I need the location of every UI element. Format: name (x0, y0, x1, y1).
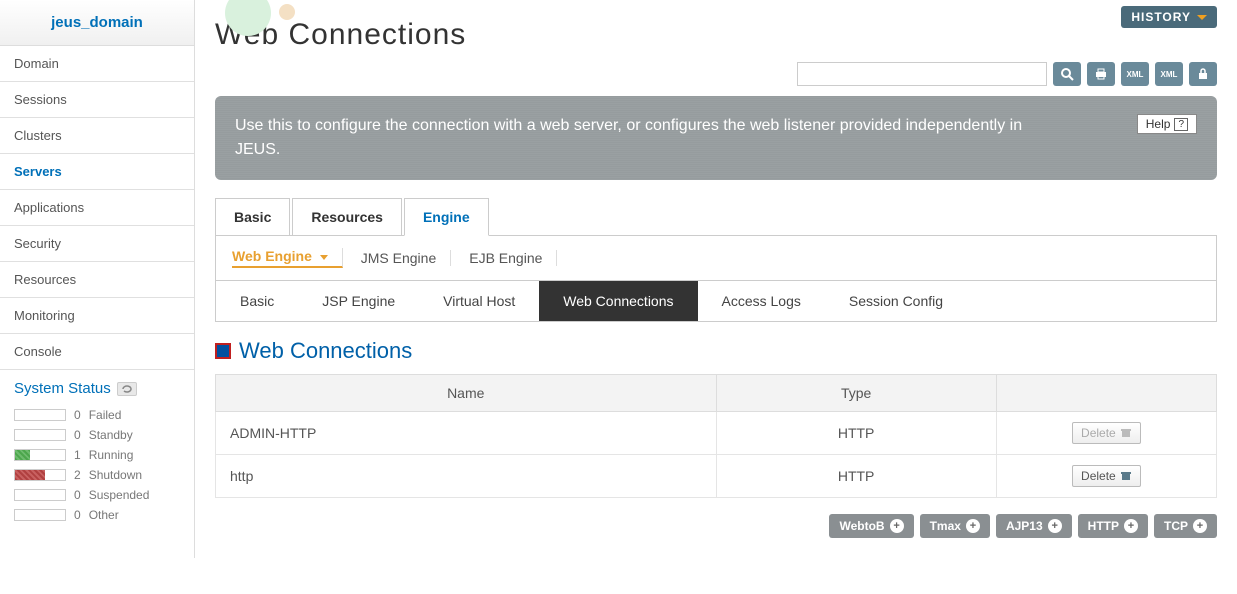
delete-button[interactable]: Delete (1072, 465, 1141, 487)
main-content: HISTORY Web Connections XML XML Use this… (195, 0, 1237, 558)
nav-item-servers[interactable]: Servers (0, 154, 194, 190)
nav-item-sessions[interactable]: Sessions (0, 82, 194, 118)
system-status-panel: System Status 0 Failed 0 Standby 1 Runni… (0, 370, 194, 535)
delete-button: Delete (1072, 422, 1141, 444)
table-row: http HTTP Delete (216, 455, 1217, 498)
add-webtob-button[interactable]: WebtoB + (829, 514, 913, 538)
plus-icon: + (1048, 519, 1062, 533)
subtab-access-logs[interactable]: Access Logs (698, 281, 825, 321)
system-status-refresh-icon[interactable] (117, 382, 137, 396)
status-row-running: 1 Running (14, 445, 180, 465)
tab-basic[interactable]: Basic (215, 198, 290, 235)
search-input[interactable] (797, 62, 1047, 86)
add-http-button[interactable]: HTTP + (1078, 514, 1148, 538)
sidebar: jeus_domain Domain Sessions Clusters Ser… (0, 0, 195, 558)
system-status-title: System Status (14, 380, 111, 397)
tab-resources[interactable]: Resources (292, 198, 402, 235)
delete-icon (1120, 428, 1132, 438)
toolbar: XML XML (215, 62, 1217, 86)
nav-item-domain[interactable]: Domain (0, 46, 194, 82)
domain-name[interactable]: jeus_domain (0, 0, 194, 46)
status-row-shutdown: 2 Shutdown (14, 465, 180, 485)
search-button[interactable] (1053, 62, 1081, 86)
table-row: ADMIN-HTTP HTTP Delete (216, 412, 1217, 455)
plus-icon: + (1193, 519, 1207, 533)
cell-type: HTTP (716, 412, 996, 455)
nav-item-resources[interactable]: Resources (0, 262, 194, 298)
add-ajp13-button[interactable]: AJP13 + (996, 514, 1072, 538)
subtab-basic[interactable]: Basic (216, 281, 298, 321)
cell-name[interactable]: ADMIN-HTTP (216, 412, 717, 455)
engine-tabs: Web Engine JMS Engine EJB Engine (215, 236, 1217, 281)
nav-item-monitoring[interactable]: Monitoring (0, 298, 194, 334)
nav-item-console[interactable]: Console (0, 334, 194, 370)
plus-icon: + (890, 519, 904, 533)
subtab-virtual-host[interactable]: Virtual Host (419, 281, 539, 321)
nav-item-applications[interactable]: Applications (0, 190, 194, 226)
status-row-suspended: 0 Suspended (14, 485, 180, 505)
plus-icon: + (966, 519, 980, 533)
delete-icon (1120, 471, 1132, 481)
engine-tab-jms[interactable]: JMS Engine (361, 250, 451, 266)
chevron-down-icon (1197, 15, 1207, 20)
section-title: Web Connections (215, 338, 1217, 364)
connections-table: Name Type ADMIN-HTTP HTTP Delete (215, 374, 1217, 498)
help-icon: ? (1174, 118, 1188, 131)
plus-icon: + (1124, 519, 1138, 533)
xml-import-icon[interactable]: XML (1155, 62, 1183, 86)
print-icon[interactable] (1087, 62, 1115, 86)
dropdown-arrow-icon (320, 255, 328, 260)
add-tmax-button[interactable]: Tmax + (920, 514, 990, 538)
col-header-actions (996, 375, 1216, 412)
help-button[interactable]: Help ? (1137, 114, 1197, 134)
section-icon (215, 343, 231, 359)
subtab-jsp-engine[interactable]: JSP Engine (298, 281, 419, 321)
history-button[interactable]: HISTORY (1121, 6, 1217, 28)
sub-tabs: Basic JSP Engine Virtual Host Web Connec… (215, 281, 1217, 322)
decorative-circles (225, 0, 295, 36)
nav-item-clusters[interactable]: Clusters (0, 118, 194, 154)
tab-engine[interactable]: Engine (404, 198, 489, 236)
subtab-session-config[interactable]: Session Config (825, 281, 967, 321)
cell-name[interactable]: http (216, 455, 717, 498)
col-header-type: Type (716, 375, 996, 412)
info-text: Use this to configure the connection wit… (235, 114, 1035, 162)
lock-icon[interactable] (1189, 62, 1217, 86)
primary-tabs: Basic Resources Engine (215, 198, 1217, 236)
nav-item-security[interactable]: Security (0, 226, 194, 262)
subtab-web-connections[interactable]: Web Connections (539, 281, 697, 321)
status-row-failed: 0 Failed (14, 405, 180, 425)
col-header-name: Name (216, 375, 717, 412)
info-banner: Use this to configure the connection wit… (215, 96, 1217, 180)
add-tcp-button[interactable]: TCP + (1154, 514, 1217, 538)
status-row-standby: 0 Standby (14, 425, 180, 445)
cell-type: HTTP (716, 455, 996, 498)
status-row-other: 0 Other (14, 505, 180, 525)
engine-tab-web[interactable]: Web Engine (232, 248, 343, 268)
engine-tab-ejb[interactable]: EJB Engine (469, 250, 557, 266)
xml-export-icon[interactable]: XML (1121, 62, 1149, 86)
page-title: Web Connections (215, 18, 1217, 52)
action-buttons: WebtoB + Tmax + AJP13 + HTTP + TCP + (215, 514, 1217, 538)
